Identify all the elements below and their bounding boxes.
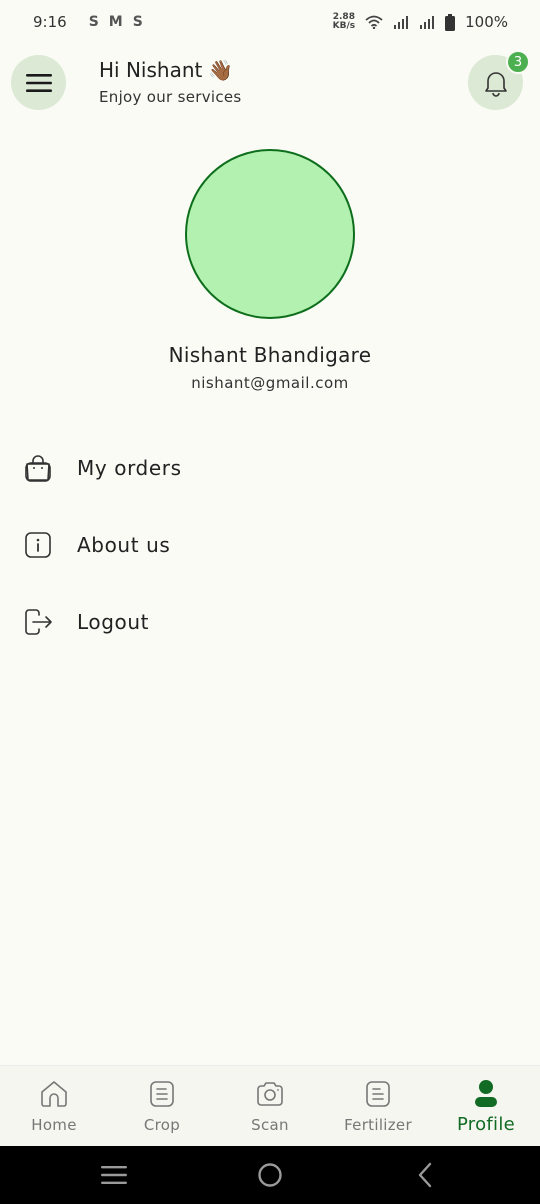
greeting-subtitle: Enjoy our services: [99, 88, 242, 106]
network-speed: 2.88 KB/s: [333, 13, 355, 31]
profile-email: nishant@gmail.com: [191, 374, 349, 392]
menu-item-my-orders[interactable]: My orders: [22, 443, 522, 493]
info-icon: [22, 529, 54, 561]
nav-label: Scan: [251, 1116, 289, 1134]
signal-icon: [394, 16, 409, 29]
nav-item-home[interactable]: Home: [0, 1066, 108, 1146]
back-chevron-icon: [418, 1162, 432, 1188]
nav-label: Fertilizer: [344, 1116, 412, 1134]
battery-percent: 100%: [465, 13, 508, 31]
status-time: 9:16: [33, 13, 67, 31]
person-icon: [470, 1078, 502, 1110]
logout-icon: [22, 606, 54, 638]
menu-item-label: About us: [77, 533, 171, 557]
nav-label: Home: [31, 1116, 77, 1134]
greeting-text: Hi Nishant: [99, 58, 203, 82]
recents-button[interactable]: [99, 1160, 129, 1190]
menu-item-logout[interactable]: Logout: [22, 597, 522, 647]
nav-label: Profile: [456, 1114, 516, 1135]
home-system-button[interactable]: [255, 1160, 285, 1190]
camera-icon: [254, 1078, 286, 1110]
waving-hand-icon: 👋🏾: [208, 58, 234, 82]
shopping-bag-icon: [22, 452, 54, 484]
nav-item-profile[interactable]: Profile: [432, 1066, 540, 1146]
hamburger-icon: [25, 73, 52, 92]
back-button[interactable]: [410, 1160, 440, 1190]
bottom-nav: Home Crop Scan Fertilizer Profile: [0, 1065, 540, 1146]
menu-item-label: My orders: [77, 456, 182, 480]
battery-icon: [445, 13, 456, 31]
signal-icon: [420, 16, 435, 29]
circle-home-icon: [258, 1163, 282, 1187]
gmail-icon: M: [108, 14, 123, 30]
app-notification-icon: S: [132, 14, 143, 30]
nav-label: Crop: [143, 1116, 181, 1134]
home-icon: [38, 1078, 70, 1110]
menu-item-about-us[interactable]: About us: [22, 520, 522, 570]
greeting-title: Hi Nishant 👋🏾: [99, 58, 242, 82]
document-icon: [146, 1078, 178, 1110]
bell-icon: [484, 71, 507, 97]
wifi-icon: [365, 15, 383, 29]
nav-item-fertilizer[interactable]: Fertilizer: [324, 1066, 432, 1146]
greeting: Hi Nishant 👋🏾 Enjoy our services: [99, 58, 242, 106]
network-speed-unit: KB/s: [332, 21, 356, 31]
status-bar: 9:16 S M S 2.88 KB/s 100%: [0, 0, 540, 44]
nav-item-scan[interactable]: Scan: [216, 1066, 324, 1146]
notification-badge: 3: [506, 50, 530, 74]
notifications-button[interactable]: 3: [468, 50, 530, 110]
document-icon: [362, 1078, 394, 1110]
menu-item-label: Logout: [77, 610, 150, 634]
nav-item-crop[interactable]: Crop: [108, 1066, 216, 1146]
system-nav-bar: [0, 1146, 540, 1204]
avatar[interactable]: [185, 149, 355, 319]
menu-button[interactable]: [11, 55, 66, 110]
profile-name: Nishant Bhandigare: [168, 343, 372, 367]
recents-icon: [101, 1166, 127, 1184]
app-notification-icon: S: [88, 14, 99, 30]
